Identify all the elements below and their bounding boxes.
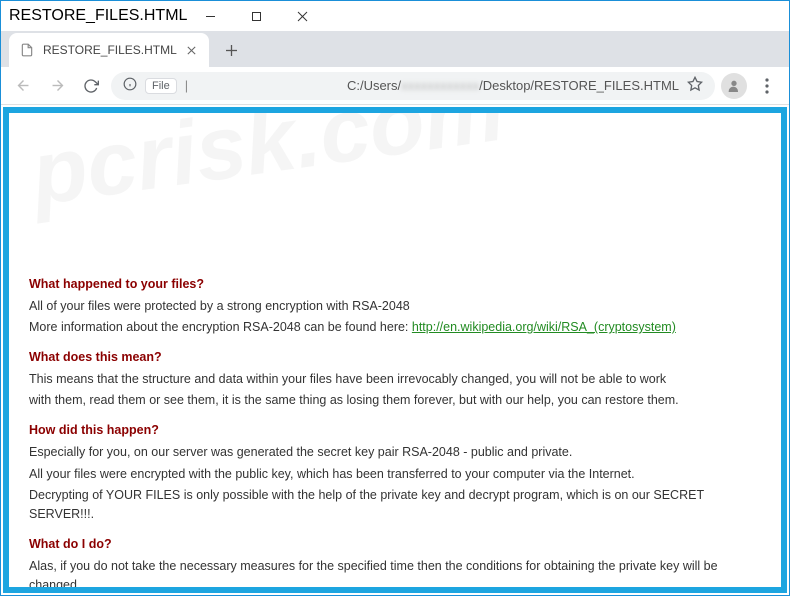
heading-what-mean: What does this mean? xyxy=(29,348,761,367)
bookmark-star-icon[interactable] xyxy=(687,76,703,95)
text-line: Decrypting of YOUR FILES is only possibl… xyxy=(29,486,761,525)
maximize-button[interactable] xyxy=(233,1,279,31)
browser-tab[interactable]: RESTORE_FILES.HTML xyxy=(9,33,209,67)
tab-close-icon[interactable] xyxy=(183,42,199,58)
url-divider: | xyxy=(185,78,339,93)
page-content: pcrisk.com What happened to your files? … xyxy=(3,107,787,593)
text-line: Especially for you, on our server was ge… xyxy=(29,443,761,462)
tab-bar: RESTORE_FILES.HTML xyxy=(1,31,789,67)
tab-title: RESTORE_FILES.HTML xyxy=(43,43,177,57)
text-line: All your files were encrypted with the p… xyxy=(29,465,761,484)
kebab-menu-icon[interactable] xyxy=(753,72,781,100)
url-text: C:/Users/xxxxxxxxxxxx/Desktop/RESTORE_FI… xyxy=(347,78,679,93)
wikipedia-link[interactable]: http://en.wikipedia.org/wiki/RSA_(crypto… xyxy=(412,320,676,334)
file-badge: File xyxy=(145,78,177,94)
profile-avatar[interactable] xyxy=(721,73,747,99)
minimize-button[interactable] xyxy=(187,1,233,31)
text-line: with them, read them or see them, it is … xyxy=(29,391,761,410)
back-button[interactable] xyxy=(9,72,37,100)
url-input[interactable]: File | C:/Users/xxxxxxxxxxxx/Desktop/RES… xyxy=(111,72,715,100)
window-title-bar: RESTORE_FILES.HTML xyxy=(1,1,789,31)
info-icon xyxy=(123,77,137,94)
text-line: Alas, if you do not take the necessary m… xyxy=(29,557,761,593)
text-line: All of your files were protected by a st… xyxy=(29,297,761,316)
heading-what-happened: What happened to your files? xyxy=(29,275,761,294)
window-title-text: RESTORE_FILES.HTML xyxy=(9,7,187,25)
text-line: This means that the structure and data w… xyxy=(29,370,761,389)
file-icon xyxy=(19,42,35,58)
address-bar: File | C:/Users/xxxxxxxxxxxx/Desktop/RES… xyxy=(1,67,789,105)
text-line: More information about the encryption RS… xyxy=(29,318,761,337)
new-tab-button[interactable] xyxy=(217,36,245,64)
close-button[interactable] xyxy=(279,1,325,31)
forward-button[interactable] xyxy=(43,72,71,100)
reload-button[interactable] xyxy=(77,72,105,100)
heading-how-happen: How did this happen? xyxy=(29,421,761,440)
watermark: pcrisk.com xyxy=(23,107,767,245)
heading-what-do: What do I do? xyxy=(29,535,761,554)
